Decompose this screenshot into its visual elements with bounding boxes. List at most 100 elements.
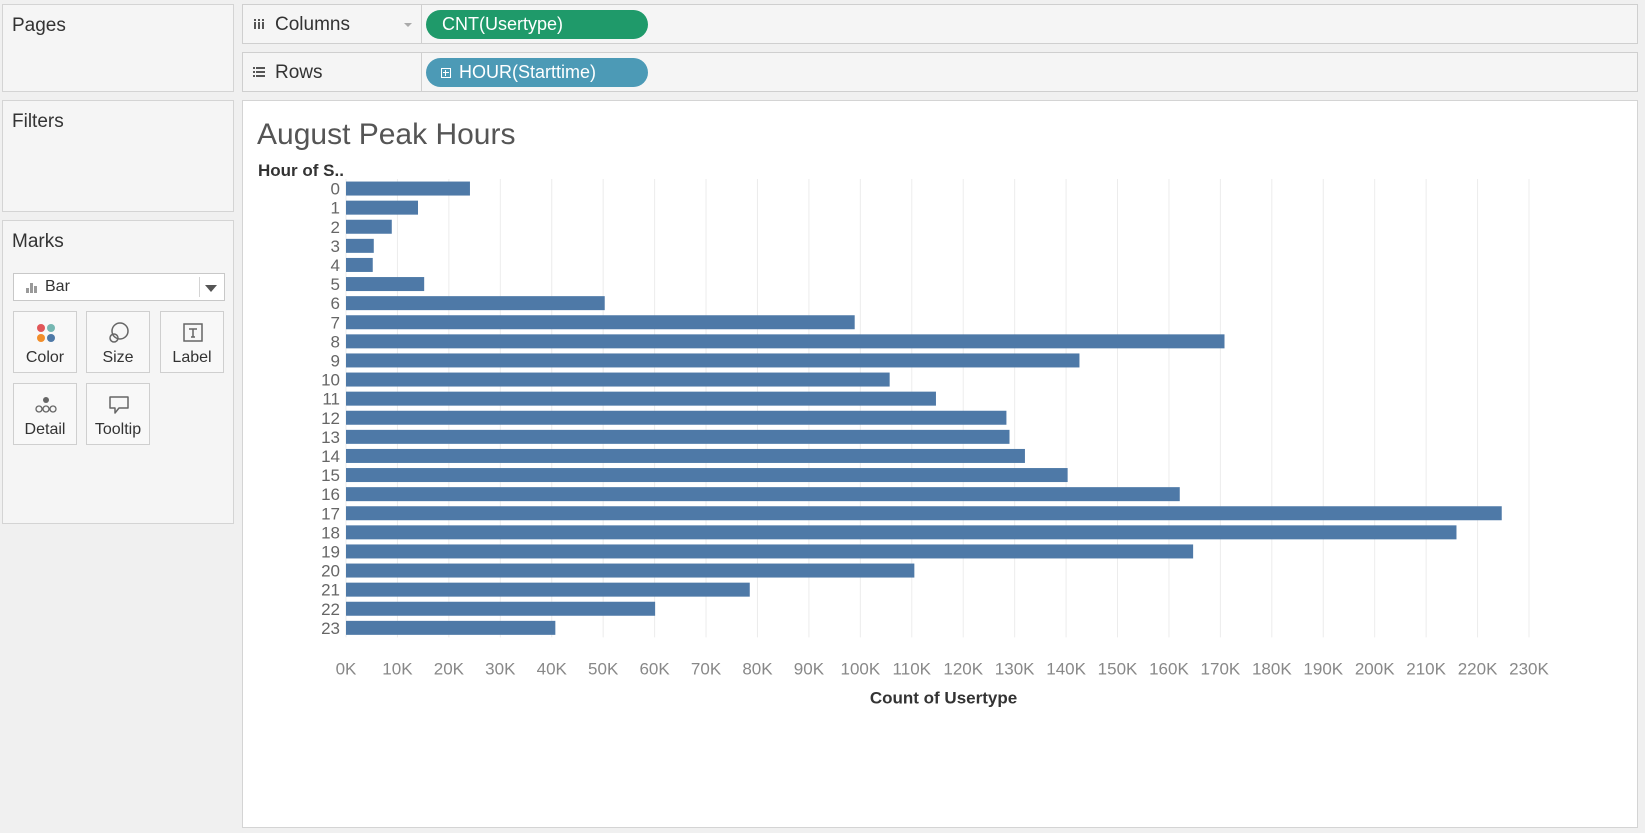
x-tick-label: 180K (1252, 659, 1292, 678)
category-label: 12 (321, 409, 340, 428)
x-axis-title: Count of Usertype (870, 688, 1017, 707)
tooltip-button[interactable]: Tooltip (86, 383, 150, 445)
category-label: 23 (321, 619, 340, 638)
x-tick-label: 0K (336, 659, 357, 678)
bar[interactable] (346, 200, 419, 215)
category-label: 18 (321, 523, 340, 542)
size-button[interactable]: Size (86, 311, 150, 373)
shelf-divider (421, 53, 422, 91)
color-dots-icon (37, 324, 55, 342)
chart-panel: August Peak Hours Hour of S.. 0K 10K 20K 30… (242, 100, 1638, 828)
label-button[interactable]: Label (160, 311, 224, 373)
category-label: 19 (321, 542, 340, 561)
x-tick-label: 140K (1046, 659, 1086, 678)
bar[interactable] (346, 181, 470, 196)
x-tick-label: 30K (485, 659, 516, 678)
x-tick-label: 190K (1303, 659, 1343, 678)
bar[interactable] (346, 525, 1457, 540)
rows-shelf-icon (253, 67, 265, 77)
bar[interactable] (346, 391, 936, 406)
x-tick-label: 220K (1458, 659, 1498, 678)
bar[interactable] (346, 468, 1068, 483)
detail-label: Detail (24, 421, 66, 438)
x-tick-label: 170K (1201, 659, 1241, 678)
bar[interactable] (346, 277, 425, 292)
category-label: 17 (321, 504, 340, 523)
columns-shelf-icon (254, 19, 264, 29)
chevron-down-icon[interactable] (205, 285, 217, 292)
bar[interactable] (346, 506, 1502, 521)
category-label: 15 (321, 466, 340, 485)
category-label: 3 (331, 237, 340, 256)
x-tick-label: 70K (691, 659, 722, 678)
x-tick-label: 80K (742, 659, 773, 678)
x-tick-label: 50K (588, 659, 619, 678)
color-label: Color (25, 349, 65, 366)
category-label: 16 (321, 485, 340, 504)
columns-shelf[interactable]: Columns CNT(Usertype) (242, 4, 1638, 44)
columns-pill[interactable]: CNT(Usertype) (426, 10, 648, 39)
bar[interactable] (346, 563, 915, 578)
bar[interactable] (346, 296, 605, 311)
category-label: 13 (321, 428, 340, 447)
category-label: 5 (331, 275, 340, 294)
rows-pill[interactable]: HOUR(Starttime) (426, 58, 648, 87)
bar[interactable] (346, 334, 1225, 349)
category-label: 22 (321, 600, 340, 619)
marks-card: Marks Bar Color Size Label Detail Toolti… (2, 220, 234, 524)
bar[interactable] (346, 601, 656, 616)
bar[interactable] (346, 238, 374, 253)
rows-shelf[interactable]: Rows HOUR(Starttime) (242, 52, 1638, 92)
bar-chart: 0K 10K 20K 30K 40K 50K 60K 70K 80K 90K 100K 110K 120… (321, 179, 1550, 707)
bar[interactable] (346, 448, 1025, 463)
marks-title: Marks (12, 231, 64, 252)
x-tick-label: 110K (893, 659, 932, 678)
category-label: 20 (321, 562, 340, 581)
mark-type-label: Bar (45, 278, 70, 295)
color-button[interactable]: Color (13, 311, 77, 373)
size-label: Size (102, 349, 134, 366)
category-label: 10 (321, 371, 340, 390)
pages-card: Pages (2, 4, 234, 92)
x-tick-label: 210K (1406, 659, 1446, 678)
expand-plus-icon[interactable] (441, 68, 451, 78)
size-circles-icon (109, 322, 129, 343)
filters-card[interactable]: Filters (2, 100, 234, 212)
x-tick-label: 40K (537, 659, 568, 678)
category-label: 21 (321, 581, 340, 600)
pages-title: Pages (12, 15, 66, 36)
text-label-icon (183, 323, 203, 342)
category-label: 6 (331, 294, 340, 313)
tooltip-label: Tooltip (94, 421, 142, 438)
x-tick-label: 230K (1509, 659, 1549, 678)
bar[interactable] (346, 582, 750, 597)
bar[interactable] (346, 544, 1194, 559)
bar[interactable] (346, 353, 1080, 368)
bar[interactable] (346, 372, 890, 387)
speech-bubble-icon (109, 396, 129, 414)
bar[interactable] (346, 315, 855, 330)
bar[interactable] (346, 487, 1180, 502)
detail-dots-icon (35, 397, 57, 413)
shelf-divider (421, 5, 422, 43)
bar-chart-icon (26, 283, 38, 293)
x-tick-label: 200K (1355, 659, 1395, 678)
bar[interactable] (346, 429, 1010, 444)
x-tick-label: 120K (943, 659, 983, 678)
caret-down-icon[interactable] (404, 23, 412, 27)
category-label: 2 (331, 218, 340, 237)
bar[interactable] (346, 410, 1007, 425)
category-label: 8 (331, 332, 340, 351)
bar[interactable] (346, 219, 392, 234)
category-label: 4 (331, 256, 340, 275)
detail-button[interactable]: Detail (13, 383, 77, 445)
x-tick-label: 150K (1098, 659, 1138, 678)
category-label: 14 (321, 447, 340, 466)
bar[interactable] (346, 257, 373, 272)
x-tick-label: 10K (382, 659, 413, 678)
bar[interactable] (346, 620, 556, 635)
label-label: Label (172, 349, 212, 366)
mark-type-dropdown[interactable]: Bar (13, 273, 225, 301)
category-label: 11 (322, 390, 340, 409)
x-tick-label: 20K (434, 659, 465, 678)
